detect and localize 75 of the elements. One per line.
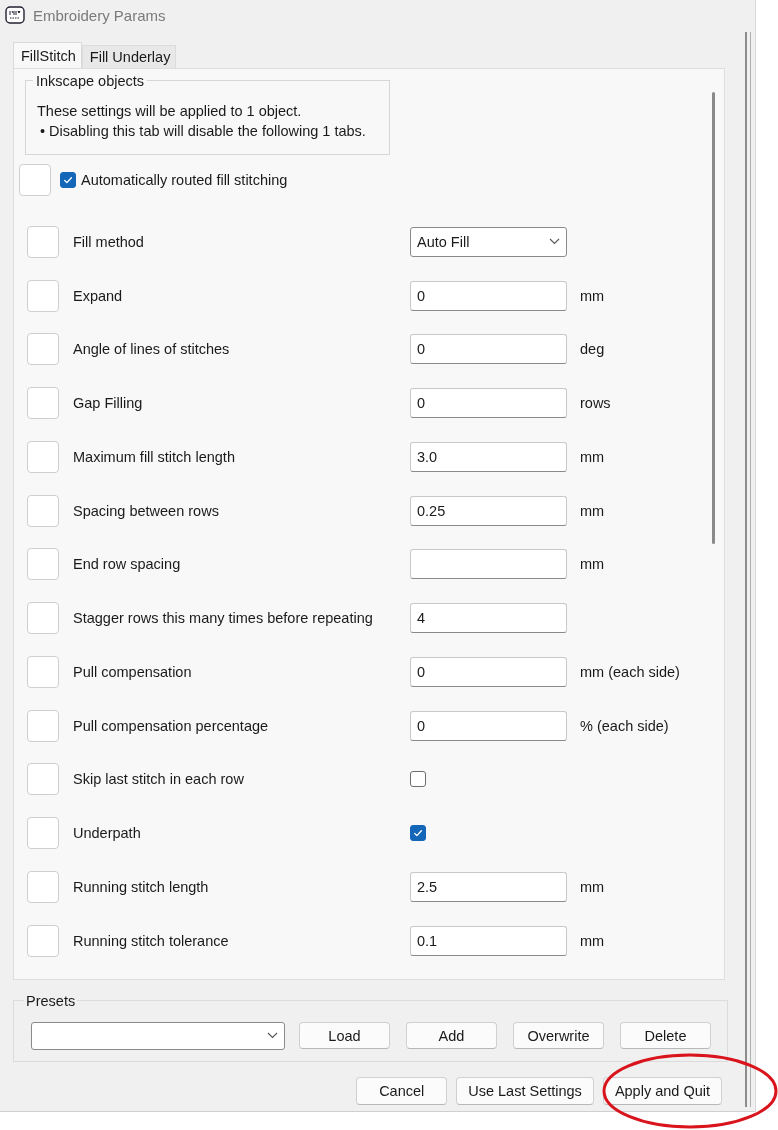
row-toggle-box[interactable] (27, 333, 59, 366)
unit-label: mm (580, 556, 605, 573)
unit-label: rows (580, 395, 611, 412)
input-field[interactable]: 4 (410, 603, 567, 634)
checkbox[interactable] (410, 825, 426, 842)
dialog-button[interactable]: Use Last Settings (456, 1077, 594, 1105)
group-title: Inkscape objects (33, 72, 147, 90)
row-toggle-box[interactable] (27, 602, 59, 635)
input-field[interactable] (410, 549, 567, 580)
chevron-down-icon (549, 238, 560, 246)
param-label: Expand (73, 287, 124, 304)
param-label: Angle of lines of stitches (73, 341, 231, 358)
unit-label: mm (580, 287, 605, 304)
checkmark-icon (62, 174, 74, 186)
param-label: Gap Filling (73, 395, 144, 412)
checkbox[interactable] (60, 172, 76, 188)
row-toggle-box[interactable] (27, 817, 59, 850)
param-label: Maximum fill stitch length (73, 448, 236, 465)
row-toggle-box[interactable] (27, 494, 59, 527)
checkbox[interactable] (410, 771, 426, 788)
row-toggle-box[interactable] (27, 924, 59, 957)
param-label: Running stitch length (73, 878, 210, 895)
row-toggle-box[interactable] (27, 440, 59, 473)
app-icon (5, 6, 25, 24)
info-text: These settings will be applied to 1 object. (37, 102, 303, 121)
input-field[interactable]: 0.25 (410, 495, 567, 526)
input-field[interactable]: 3.0 (410, 441, 567, 472)
scrollbar-thumb[interactable] (712, 92, 715, 544)
param-label: Fill method (73, 233, 145, 250)
input-field[interactable]: 2.5 (410, 871, 567, 902)
param-label: Running stitch tolerance (73, 932, 230, 949)
unit-label: mm (580, 448, 605, 465)
input-field[interactable]: 0 (410, 388, 567, 419)
preset-button[interactable]: Load (299, 1022, 390, 1049)
tab[interactable]: FillStitch (13, 42, 82, 68)
row-toggle-box[interactable] (19, 164, 51, 196)
param-label: Stagger rows this many times before repeating (73, 610, 374, 627)
unit-label: mm (580, 878, 605, 895)
param-label: Pull compensation (73, 663, 193, 680)
info-text: • Disabling this tab will disable the following 1 tabs. (39, 122, 367, 141)
unit-label: % (each side) (580, 717, 669, 734)
checkbox-label: Automatically routed fill stitching (81, 172, 288, 188)
row-toggle-box[interactable] (27, 225, 59, 258)
input-field[interactable]: 0 (410, 334, 567, 365)
row-toggle-box[interactable] (27, 548, 59, 581)
preset-button[interactable]: Delete (620, 1022, 711, 1049)
row-toggle-box[interactable] (27, 655, 59, 688)
param-label: Pull compensation percentage (73, 717, 270, 734)
dialog-button[interactable]: Cancel (356, 1077, 448, 1105)
dropdown[interactable]: Auto Fill (410, 226, 567, 257)
param-label: Skip last stitch in each row (73, 771, 245, 788)
row-toggle-box[interactable] (27, 870, 59, 903)
group-title: Presets (24, 993, 78, 1009)
input-field[interactable]: 0 (410, 710, 567, 741)
param-label: End row spacing (73, 556, 182, 573)
preset-button[interactable]: Overwrite (513, 1022, 604, 1049)
input-field[interactable]: 0 (410, 656, 567, 687)
row-toggle-box[interactable] (27, 709, 59, 742)
window-title: Embroidery Params (33, 6, 166, 24)
unit-label: deg (580, 341, 605, 358)
preset-button[interactable]: Add (406, 1022, 497, 1049)
unit-label: mm (each side) (580, 663, 680, 680)
row-toggle-box[interactable] (27, 763, 59, 796)
dialog-button[interactable]: Apply and Quit (602, 1077, 722, 1105)
row-toggle-box[interactable] (27, 387, 59, 420)
row-toggle-box[interactable] (27, 279, 59, 312)
param-label: Underpath (73, 825, 142, 842)
chevron-down-icon (267, 1032, 278, 1039)
preset-dropdown[interactable] (31, 1021, 285, 1050)
input-field[interactable]: 0.1 (410, 925, 567, 956)
unit-label: mm (580, 932, 605, 949)
input-field[interactable]: 0 (410, 280, 567, 311)
param-label: Spacing between rows (73, 502, 220, 519)
tab[interactable]: Fill Underlay (81, 45, 177, 68)
unit-label: mm (580, 502, 605, 519)
